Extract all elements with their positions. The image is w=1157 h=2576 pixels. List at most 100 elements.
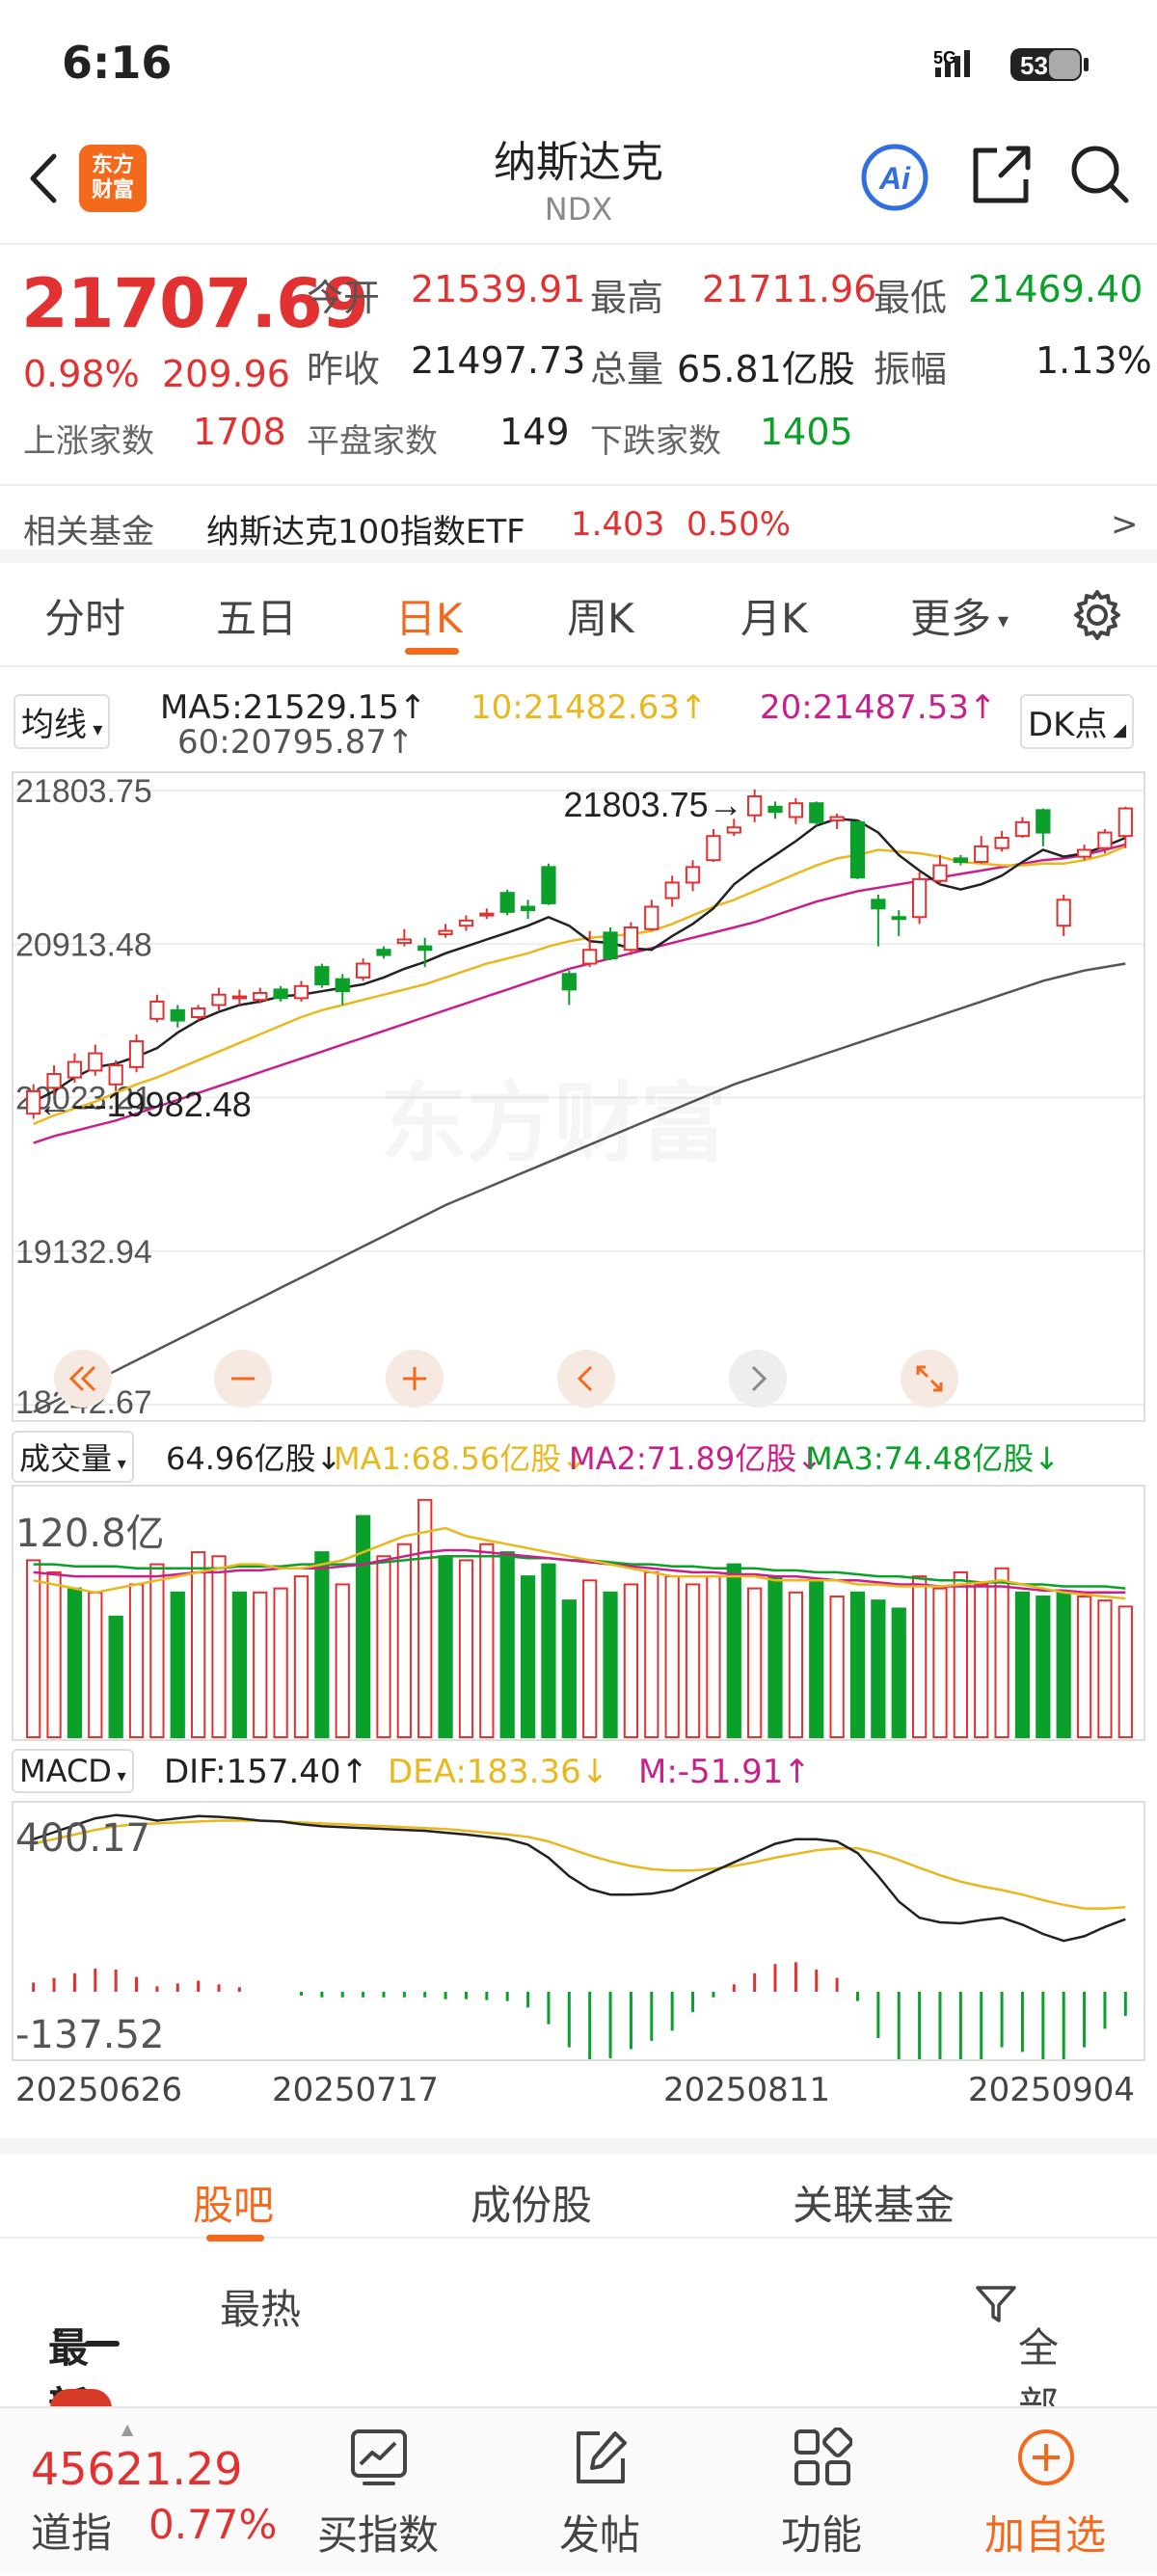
- candle-down: [767, 801, 783, 819]
- tab-intraday[interactable]: 分时: [44, 586, 125, 645]
- fund-name: 纳斯达克100指数ETF: [206, 513, 525, 551]
- volume-bar-down: [499, 1551, 515, 1738]
- search-button[interactable]: [1066, 141, 1134, 212]
- zoom-in-button[interactable]: [386, 1350, 444, 1408]
- candle-body: [829, 816, 845, 822]
- ma60-line: [33, 962, 1126, 1413]
- low-label: 最低: [874, 277, 948, 319]
- volume-bar-up: [191, 1551, 206, 1738]
- candle-body: [685, 866, 701, 884]
- related-fund-row[interactable]: 相关基金 纳斯达克100指数ETF 1.403 0.50% >: [0, 484, 1157, 563]
- chevron-left-icon: [577, 1365, 593, 1392]
- candle-body: [170, 1008, 185, 1022]
- candle-up: [458, 915, 474, 931]
- tab-forum[interactable]: 股吧: [193, 2173, 274, 2232]
- status-time: 6:16: [62, 37, 173, 89]
- candle-body: [582, 949, 598, 965]
- low-value: 21469.40: [968, 268, 1144, 310]
- dow-index-ticker[interactable]: 45621.29 道指 0.77% ▲: [0, 2408, 289, 2576]
- candle-down: [871, 894, 886, 947]
- quote-panel: 21707.69 0.98% 209.96 上涨家数 1708 今开 21539…: [0, 243, 1157, 484]
- ai-button[interactable]: Ai: [858, 141, 931, 218]
- candle-body: [499, 892, 515, 913]
- content-tabs: 股吧 成份股 关联基金: [0, 2138, 1157, 2241]
- candle-up: [67, 1053, 83, 1083]
- scroll-right-button[interactable]: [729, 1350, 787, 1408]
- share-button[interactable]: [968, 141, 1036, 212]
- candle-body: [664, 881, 680, 899]
- volume-bar-up: [273, 1587, 288, 1739]
- settings-button[interactable]: [1070, 588, 1124, 646]
- candle-down: [891, 910, 906, 936]
- filter-button[interactable]: 全部: [974, 2277, 1059, 2430]
- volume-bar-down: [767, 1575, 783, 1738]
- volume-bar-down: [108, 1615, 123, 1739]
- tab-daily-k[interactable]: 日K: [395, 586, 463, 645]
- fullscreen-button[interactable]: [901, 1350, 958, 1408]
- volume-ma1: MA1:68.56亿股↓: [334, 1440, 588, 1477]
- flat-count-label: 平盘家数: [307, 422, 438, 461]
- candle-body: [644, 905, 659, 930]
- tab-monthly-k[interactable]: 月K: [740, 586, 808, 645]
- candle-body: [355, 962, 371, 979]
- volume-ma2: MA2:71.89亿股↓: [569, 1440, 823, 1477]
- volume-bar-up: [417, 1498, 433, 1738]
- candle-body: [849, 820, 866, 879]
- ai-icon: Ai: [861, 144, 928, 211]
- fund-price: 1.403: [571, 505, 665, 544]
- candle-up: [1014, 817, 1031, 838]
- candle-down: [849, 820, 866, 879]
- corner-arrow-icon: ◢: [1107, 720, 1127, 740]
- open-value: 21539.91: [411, 268, 586, 310]
- add-circle-icon: [1018, 2429, 1074, 2485]
- sort-hottest[interactable]: 最热: [220, 2277, 301, 2336]
- candle-body: [623, 926, 639, 952]
- ma-legend: 均线 ▾ MA5:21529.15↑ 10:21482.63↑ 20:21487…: [0, 669, 1157, 767]
- volume-bar-up: [1097, 1599, 1113, 1739]
- tab-more[interactable]: 更多 ▾: [910, 586, 1009, 645]
- scroll-left-button[interactable]: [557, 1350, 615, 1408]
- status-bar: 6:16 5G 53: [0, 0, 1157, 125]
- candle-down: [273, 985, 288, 1002]
- ma-selector[interactable]: 均线 ▾: [13, 694, 111, 749]
- dk-point-button[interactable]: DK点 ◢: [1020, 694, 1135, 749]
- tab-constituents[interactable]: 成份股: [471, 2173, 592, 2232]
- macd-selector[interactable]: MACD ▾: [12, 1749, 134, 1793]
- candle-body: [253, 991, 268, 1002]
- date-axis: 20250626 20250717 20250811 20250904: [0, 2071, 1157, 2119]
- zoom-out-button[interactable]: [214, 1350, 272, 1408]
- volume-bar-up: [664, 1575, 680, 1738]
- down-count: 1405: [760, 411, 853, 453]
- date-label: 20250811: [663, 2071, 831, 2109]
- volume-svg: [26, 1498, 1133, 1739]
- volume-bar-down: [1036, 1595, 1051, 1738]
- candle-body: [67, 1060, 83, 1079]
- y-tick-label: 19132.94: [15, 1234, 152, 1271]
- candle-body: [458, 919, 474, 927]
- volume-chart[interactable]: 120.8亿: [12, 1485, 1145, 1741]
- candle-body: [767, 805, 783, 814]
- ma20-value: 20:21487.53↑: [760, 688, 997, 727]
- tab-related-funds[interactable]: 关联基金: [793, 2173, 955, 2232]
- chevron-right-icon: >: [1111, 505, 1139, 544]
- minus-icon: [231, 1377, 255, 1381]
- volume-selector[interactable]: 成交量 ▾: [12, 1431, 134, 1483]
- macd-chart[interactable]: 400.17 -137.52: [12, 1801, 1145, 2092]
- signal-bar-3: [955, 56, 960, 77]
- candle-up: [685, 860, 701, 892]
- flat-count: 149: [499, 411, 570, 453]
- volume-bar-down: [314, 1551, 330, 1738]
- scroll-left-fast-button[interactable]: [54, 1350, 112, 1408]
- candle-body: [1056, 899, 1071, 927]
- candle-down: [1036, 808, 1051, 846]
- macd-top-label: 400.17: [15, 1816, 150, 1861]
- candle-up: [479, 908, 495, 920]
- filter-icon: [976, 2285, 1016, 2322]
- candle-body: [128, 1040, 145, 1068]
- volume-bar-up: [396, 1543, 412, 1739]
- candle-up: [396, 928, 412, 947]
- candle-body: [88, 1052, 103, 1072]
- tab-weekly-k[interactable]: 周K: [567, 586, 634, 645]
- candlestick-chart[interactable]: 21803.7520913.4820023.2119132.9418242.67…: [12, 771, 1145, 1422]
- tab-five-day[interactable]: 五日: [216, 586, 297, 645]
